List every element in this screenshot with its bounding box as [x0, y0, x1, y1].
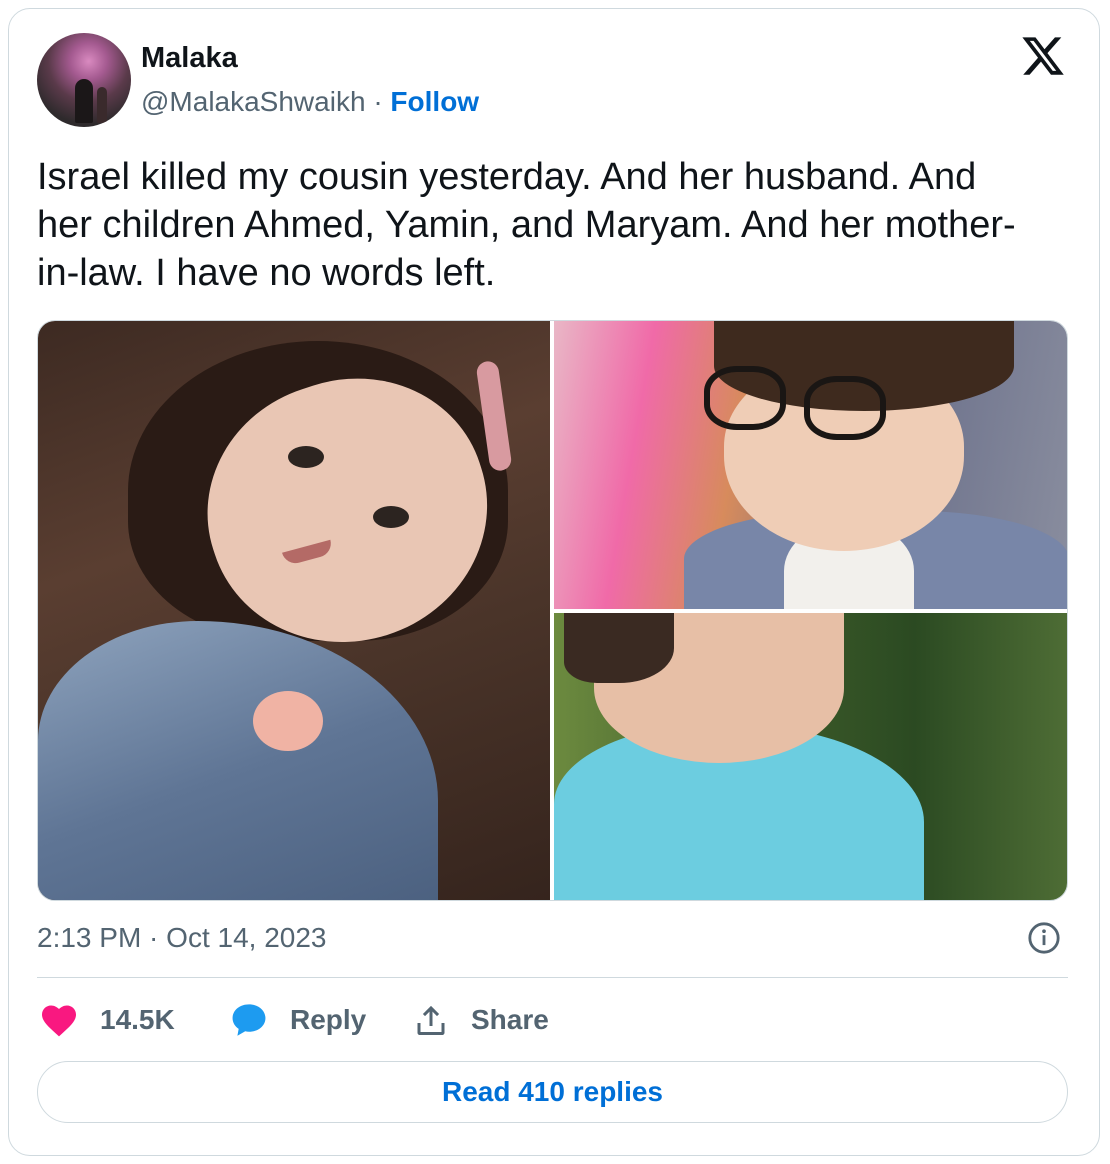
- follow-button[interactable]: Follow: [390, 86, 479, 117]
- avatar[interactable]: [37, 33, 131, 127]
- tweet-timestamp[interactable]: 2:13 PM · Oct 14, 2023: [37, 922, 327, 954]
- avatar-figure: [75, 79, 93, 123]
- speech-bubble-icon: [232, 1004, 266, 1036]
- photo-girl-eye: [373, 506, 409, 528]
- avatar-figure-secondary: [97, 87, 107, 123]
- tweet-text: Israel killed my cousin yesterday. And h…: [37, 156, 1016, 294]
- photo-girl-flower: [253, 691, 323, 751]
- info-icon[interactable]: [1027, 921, 1061, 955]
- photo-toddler[interactable]: [554, 613, 1067, 900]
- photo-boy-glasses: [804, 376, 886, 440]
- share-label: Share: [471, 1004, 549, 1035]
- photo-girl-eye: [288, 446, 324, 468]
- x-logo-icon[interactable]: [1020, 33, 1066, 79]
- reply-label: Reply: [290, 1004, 367, 1035]
- photo-boy-glasses: [704, 366, 786, 430]
- heart-icon: [42, 1005, 76, 1037]
- photo-girl[interactable]: [38, 321, 550, 900]
- author-handle-row: @MalakaShwaikh · Follow: [141, 86, 479, 118]
- author-handle[interactable]: @MalakaShwaikh: [141, 86, 366, 117]
- photo-boy[interactable]: [554, 321, 1067, 609]
- read-replies-button[interactable]: Read 410 replies: [37, 1061, 1068, 1123]
- author-name[interactable]: Malaka: [141, 42, 238, 75]
- divider: [37, 977, 1068, 978]
- reply-button[interactable]: Reply: [230, 1000, 366, 1040]
- photo-toddler-hair: [564, 613, 674, 683]
- handle-separator: ·: [373, 86, 383, 117]
- photo-girl-jacket: [38, 621, 438, 900]
- like-button[interactable]: 14.5K: [40, 1000, 175, 1040]
- share-upload-icon: [417, 1005, 445, 1035]
- share-button[interactable]: Share: [413, 1000, 549, 1040]
- like-count: 14.5K: [100, 1004, 175, 1035]
- media-grid: [37, 320, 1068, 901]
